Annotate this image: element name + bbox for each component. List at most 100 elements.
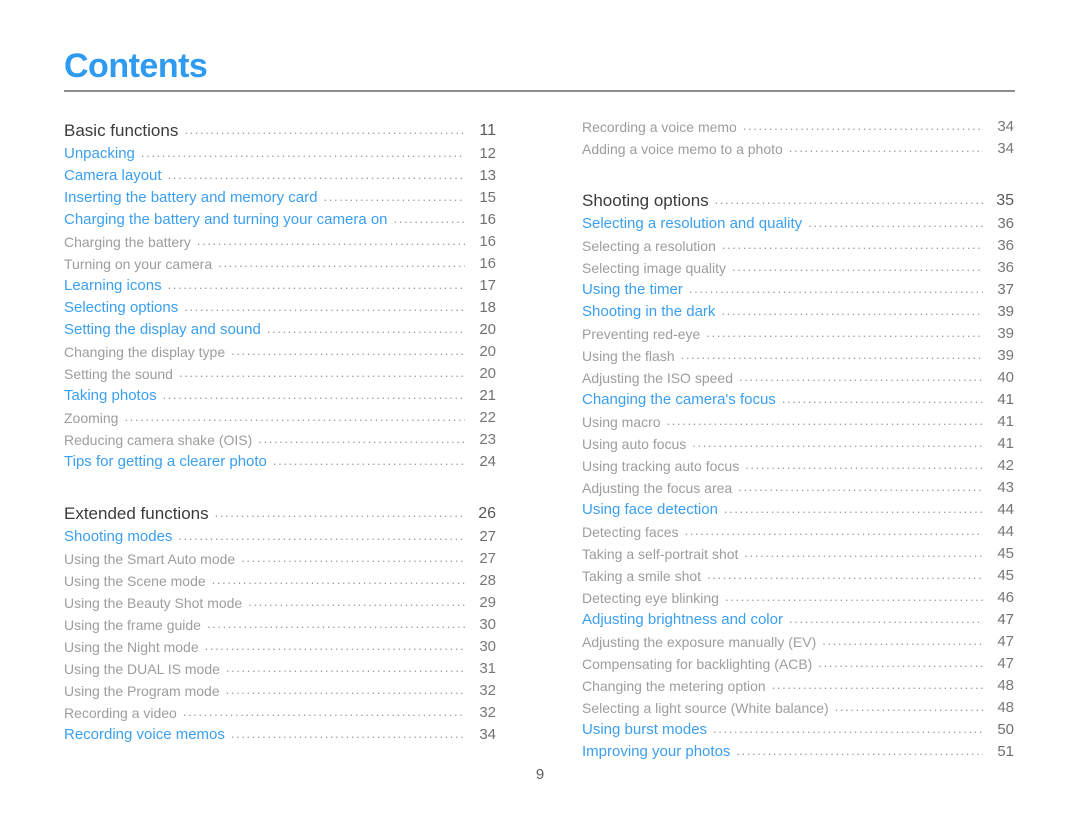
toc-entry-shooting-in-the-dark[interactable]: Shooting in the dark....................… [582, 298, 1014, 320]
toc-entry-improving-your-photos[interactable]: Improving your photos...................… [582, 738, 1014, 760]
toc-entry-adjusting-the-focus-area[interactable]: Adjusting the focus area................… [582, 474, 1014, 496]
toc-entry-label: Changing the metering option [582, 678, 766, 694]
dot-leader: ........................................… [124, 409, 465, 424]
toc-entry-label: Using the Beauty Shot mode [64, 595, 243, 611]
toc-entry-using-the-flash[interactable]: Using the flash.........................… [582, 342, 1014, 364]
toc-entry-label: Using the timer [582, 281, 683, 298]
toc-entry-tips-for-getting-a-clearer-photo[interactable]: Tips for getting a clearer photo........… [64, 448, 496, 470]
toc-entry-recording-a-voice-memo[interactable]: Recording a voice memo..................… [582, 113, 1014, 135]
toc-entry-label: Shooting modes [64, 528, 173, 545]
toc-entry-setting-the-display-and-sound[interactable]: Setting the display and sound...........… [64, 316, 496, 338]
toc-entry-using-burst-modes[interactable]: Using burst modes.......................… [582, 716, 1014, 738]
toc-entry-using-tracking-auto-focus[interactable]: Using tracking auto focus...............… [582, 452, 1014, 474]
dot-leader: ........................................… [266, 321, 465, 336]
dot-leader: ........................................… [167, 277, 465, 292]
toc-entry-changing-the-camera-s-focus[interactable]: Changing the camera's focus.............… [582, 386, 1014, 408]
toc-entry-taking-photos[interactable]: Taking photos...........................… [64, 382, 496, 404]
toc-entry-using-the-program-mode[interactable]: Using the Program mode..................… [64, 677, 496, 699]
dot-leader: ........................................… [393, 211, 465, 226]
toc-entry-label: Compensating for backlighting (ACB) [582, 656, 813, 672]
toc-entry-recording-a-video[interactable]: Recording a video.......................… [64, 699, 496, 721]
toc-entry-adjusting-the-exposure-manually-ev[interactable]: Adjusting the exposure manually (EV)....… [582, 628, 1014, 650]
dot-leader: ........................................… [225, 660, 465, 675]
toc-entry-using-the-night-mode[interactable]: Using the Night mode....................… [64, 633, 496, 655]
toc-entry-using-the-scene-mode[interactable]: Using the Scene mode....................… [64, 567, 496, 589]
toc-entry-page-number: 44 [997, 523, 1014, 540]
dot-leader: ........................................… [731, 259, 983, 274]
toc-entry-compensating-for-backlighting-acb[interactable]: Compensating for backlighting (ACB).....… [582, 650, 1014, 672]
dot-leader: ........................................… [788, 140, 983, 155]
toc-entry-selecting-a-resolution-and-quality[interactable]: Selecting a resolution and quality......… [582, 210, 1014, 232]
toc-entry-basic-functions[interactable]: Basic functions.........................… [64, 113, 496, 140]
toc-entry-page-number: 35 [996, 192, 1014, 209]
toc-entry-charging-the-battery[interactable]: Charging the battery....................… [64, 228, 496, 250]
toc-entry-label: Using tracking auto focus [582, 458, 740, 474]
toc-entry-page-number: 32 [479, 682, 496, 699]
toc-entry-label: Turning on your camera [64, 256, 213, 272]
toc-entry-page-number: 30 [479, 638, 496, 655]
toc-entry-label: Selecting a light source (White balance) [582, 700, 829, 716]
toc-entry-reducing-camera-shake-ois[interactable]: Reducing camera shake (OIS).............… [64, 426, 496, 448]
toc-entry-taking-a-self-portrait-shot[interactable]: Taking a self-portrait shot.............… [582, 540, 1014, 562]
toc-entry-camera-layout[interactable]: Camera layout...........................… [64, 162, 496, 184]
toc-entry-page-number: 36 [997, 215, 1014, 232]
toc-entry-adjusting-the-iso-speed[interactable]: Adjusting the ISO speed.................… [582, 364, 1014, 386]
dot-leader: ........................................… [680, 347, 983, 362]
toc-entry-label: Selecting image quality [582, 260, 726, 276]
toc-entry-label: Taking a smile shot [582, 568, 702, 584]
toc-entry-page-number: 39 [997, 325, 1014, 342]
toc-entry-changing-the-display-type[interactable]: Changing the display type...............… [64, 338, 496, 360]
toc-entry-using-auto-focus[interactable]: Using auto focus........................… [582, 430, 1014, 452]
toc-entry-using-the-smart-auto-mode[interactable]: Using the Smart Auto mode...............… [64, 545, 496, 567]
dot-leader: ........................................… [706, 325, 983, 340]
dot-leader: ........................................… [736, 743, 983, 758]
toc-entry-page-number: 48 [997, 677, 1014, 694]
toc-entry-learning-icons[interactable]: Learning icons..........................… [64, 272, 496, 294]
toc-entry-zooming[interactable]: Zooming.................................… [64, 404, 496, 426]
toc-entry-label: Using burst modes [582, 721, 708, 738]
dot-leader: ........................................… [167, 167, 465, 182]
dot-leader: ........................................… [162, 387, 465, 402]
toc-entry-label: Camera layout [64, 167, 162, 184]
toc-entry-selecting-options[interactable]: Selecting options.......................… [64, 294, 496, 316]
dot-leader: ........................................… [688, 281, 983, 296]
toc-entry-shooting-modes[interactable]: Shooting modes..........................… [64, 523, 496, 545]
toc-entry-changing-the-metering-option[interactable]: Changing the metering option............… [582, 672, 1014, 694]
toc-entry-shooting-options[interactable]: Shooting options........................… [582, 183, 1014, 210]
toc-entry-selecting-image-quality[interactable]: Selecting image quality.................… [582, 254, 1014, 276]
toc-entry-using-the-timer[interactable]: Using the timer.........................… [582, 276, 1014, 298]
toc-entry-using-the-beauty-shot-mode[interactable]: Using the Beauty Shot mode..............… [64, 589, 496, 611]
toc-entry-setting-the-sound[interactable]: Setting the sound.......................… [64, 360, 496, 382]
toc-entry-extended-functions[interactable]: Extended functions......................… [64, 496, 496, 523]
toc-entry-adjusting-brightness-and-color[interactable]: Adjusting brightness and color..........… [582, 606, 1014, 628]
toc-entry-selecting-a-resolution[interactable]: Selecting a resolution..................… [582, 232, 1014, 254]
toc-entry-selecting-a-light-source-white-balance[interactable]: Selecting a light source (White balance)… [582, 694, 1014, 716]
toc-entry-turning-on-your-camera[interactable]: Turning on your camera..................… [64, 250, 496, 272]
toc-entry-page-number: 45 [997, 567, 1014, 584]
dot-leader: ........................................… [231, 343, 465, 358]
toc-entry-unpacking[interactable]: Unpacking...............................… [64, 140, 496, 162]
toc-entry-taking-a-smile-shot[interactable]: Taking a smile shot.....................… [582, 562, 1014, 584]
toc-entry-using-the-frame-guide[interactable]: Using the frame guide...................… [64, 611, 496, 633]
toc-entry-using-the-dual-is-mode[interactable]: Using the DUAL IS mode..................… [64, 655, 496, 677]
toc-entry-page-number: 12 [479, 145, 496, 162]
toc-entry-label: Recording voice memos [64, 726, 225, 743]
toc-entry-using-face-detection[interactable]: Using face detection....................… [582, 496, 1014, 518]
toc-entry-charging-the-battery-and-turning-your-camera-on[interactable]: Charging the battery and turning your ca… [64, 206, 496, 228]
toc-entry-detecting-eye-blinking[interactable]: Detecting eye blinking..................… [582, 584, 1014, 606]
toc-entry-inserting-the-battery-and-memory-card[interactable]: Inserting the battery and memory card...… [64, 184, 496, 206]
dot-leader: ........................................… [666, 413, 983, 428]
toc-entry-using-macro[interactable]: Using macro.............................… [582, 408, 1014, 430]
toc-entry-page-number: 42 [997, 457, 1014, 474]
toc-entry-adding-a-voice-memo-to-a-photo[interactable]: Adding a voice memo to a photo..........… [582, 135, 1014, 157]
toc-entry-label: Shooting options [582, 191, 709, 210]
toc-entry-preventing-red-eye[interactable]: Preventing red-eye......................… [582, 320, 1014, 342]
toc-entry-detecting-faces[interactable]: Detecting faces.........................… [582, 518, 1014, 540]
toc-entry-label: Improving your photos [582, 743, 731, 760]
toc-entry-recording-voice-memos[interactable]: Recording voice memos...................… [64, 721, 496, 743]
dot-leader: ........................................… [707, 567, 983, 582]
toc-entry-label: Charging the battery [64, 234, 191, 250]
toc-entry-label: Detecting eye blinking [582, 590, 719, 606]
toc-entry-label: Setting the sound [64, 366, 173, 382]
toc-entry-label: Changing the camera's focus [582, 391, 776, 408]
